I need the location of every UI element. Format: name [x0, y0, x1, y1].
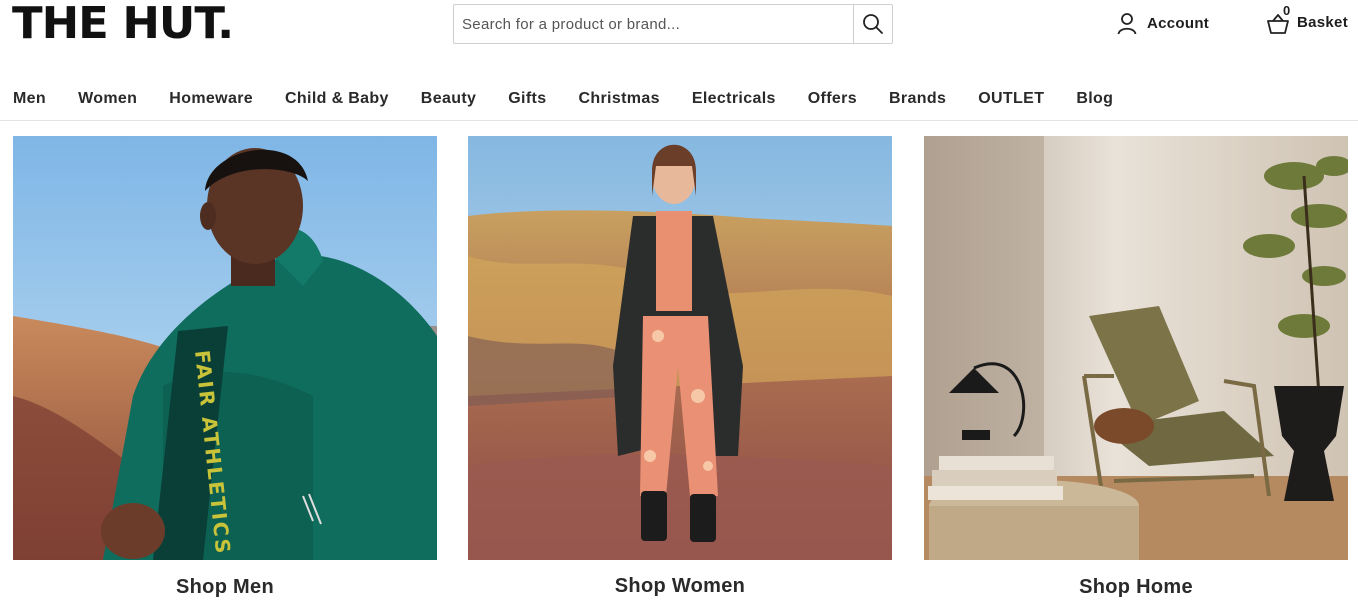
search-icon	[863, 14, 883, 34]
account-link[interactable]: Account	[1116, 10, 1209, 36]
main-nav: Men Women Homeware Child & Baby Beauty G…	[0, 78, 1358, 121]
nav-item-electricals[interactable]: Electricals	[692, 90, 776, 108]
promo-card-home[interactable]: Shop Home	[924, 136, 1348, 598]
nav-item-outlet[interactable]: OUTLET	[978, 90, 1044, 108]
basket-link[interactable]: 0 Basket	[1266, 3, 1358, 37]
promo-caption-home[interactable]: Shop Home	[924, 576, 1348, 599]
nav-item-brands[interactable]: Brands	[889, 90, 946, 108]
nav-item-gifts[interactable]: Gifts	[508, 90, 546, 108]
user-icon	[1117, 13, 1137, 35]
site-logo[interactable]: THE HUT.	[12, 2, 234, 46]
nav-item-women[interactable]: Women	[78, 90, 137, 108]
search-bar	[453, 4, 893, 44]
nav-item-homeware[interactable]: Homeware	[169, 90, 253, 108]
basket-label: Basket	[1297, 14, 1348, 31]
promo-image-women[interactable]	[468, 136, 892, 560]
promo-card-men[interactable]: FAIR ATHLETICS Shop Men	[13, 136, 437, 598]
basket-icon	[1267, 14, 1289, 34]
site-header: THE HUT. Account 0 Basket	[0, 0, 1358, 60]
promo-image-men[interactable]: FAIR ATHLETICS	[13, 136, 437, 560]
promo-caption-men[interactable]: Shop Men	[13, 576, 437, 599]
nav-item-men[interactable]: Men	[13, 90, 46, 108]
nav-item-beauty[interactable]: Beauty	[421, 90, 476, 108]
promo-caption-women[interactable]: Shop Women	[468, 575, 892, 598]
promo-image-home[interactable]	[924, 136, 1348, 560]
nav-item-blog[interactable]: Blog	[1076, 90, 1113, 108]
account-label: Account	[1147, 14, 1210, 32]
nav-item-child-baby[interactable]: Child & Baby	[285, 90, 389, 108]
nav-item-christmas[interactable]: Christmas	[578, 90, 659, 108]
search-input[interactable]	[454, 5, 852, 43]
promo-card-women[interactable]: Shop Women	[468, 136, 892, 597]
search-button[interactable]	[853, 5, 892, 43]
nav-item-offers[interactable]: Offers	[808, 90, 857, 108]
